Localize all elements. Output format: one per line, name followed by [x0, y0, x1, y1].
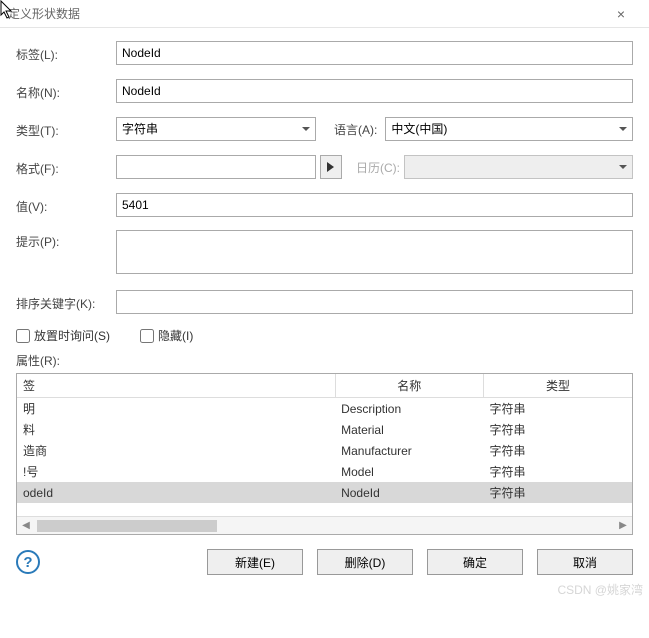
scroll-right-icon[interactable]: ▶ [614, 520, 632, 531]
table-row[interactable]: 料Material字符串 [17, 419, 632, 440]
table-header-name[interactable]: 名称 [335, 374, 483, 398]
close-icon[interactable]: × [601, 6, 641, 22]
table-cell: 字符串 [484, 440, 632, 461]
button-row: ? 新建(E) 删除(D) 确定 取消 [0, 535, 649, 589]
delete-button[interactable]: 删除(D) [317, 549, 413, 575]
hidden-label: 隐藏(I) [158, 327, 193, 344]
hidden-input[interactable] [140, 329, 154, 343]
table-cell: 字符串 [484, 482, 632, 503]
attributes-label: 属性(R): [16, 352, 633, 369]
table-row[interactable]: 造商Manufacturer字符串 [17, 440, 632, 461]
table-header-label[interactable]: 签 [17, 374, 335, 398]
name-input[interactable] [116, 79, 633, 103]
type-select[interactable]: 字符串 [116, 117, 316, 141]
table-cell: Manufacturer [335, 440, 483, 461]
language-label: 语言(A): [324, 121, 377, 138]
label-input[interactable] [116, 41, 633, 65]
ask-on-drop-label: 放置时询问(S) [34, 327, 110, 344]
table-row[interactable]: odeIdNodeId字符串 [17, 482, 632, 503]
table-cell: odeId [17, 482, 335, 503]
ask-on-drop-input[interactable] [16, 329, 30, 343]
label-label: 标签(L): [16, 43, 116, 63]
horizontal-scrollbar[interactable]: ◀ ▶ [17, 516, 632, 534]
table-cell: 字符串 [484, 461, 632, 482]
name-label: 名称(N): [16, 81, 116, 101]
attributes-table: 签 名称 类型 明Description字符串料Material字符串造商Man… [16, 373, 633, 535]
table-cell: !号 [17, 461, 335, 482]
window-title: 定义形状数据 [8, 5, 80, 22]
titlebar: 定义形状数据 × [0, 0, 649, 28]
sortkey-label: 排序关键字(K): [16, 292, 116, 312]
table-cell: NodeId [335, 482, 483, 503]
table-cell: 造商 [17, 440, 335, 461]
value-input[interactable] [116, 193, 633, 217]
ask-on-drop-checkbox[interactable]: 放置时询问(S) [16, 327, 110, 344]
scroll-thumb[interactable] [37, 520, 217, 532]
table-cell: 字符串 [484, 398, 632, 420]
language-select[interactable]: 中文(中国) [385, 117, 633, 141]
table-cell: 明 [17, 398, 335, 420]
table-row[interactable]: 明Description字符串 [17, 398, 632, 420]
help-icon[interactable]: ? [16, 550, 40, 574]
format-input[interactable] [116, 155, 316, 179]
dialog-content: 标签(L): 名称(N): 类型(T): 字符串 语言(A): 中文(中国) 格… [0, 28, 649, 535]
table-header-type[interactable]: 类型 [484, 374, 632, 398]
calendar-label: 日历(C): [346, 159, 400, 176]
format-picker-button[interactable] [320, 155, 342, 179]
table-row[interactable]: !号Model字符串 [17, 461, 632, 482]
new-button[interactable]: 新建(E) [207, 549, 303, 575]
ok-button[interactable]: 确定 [427, 549, 523, 575]
prompt-input[interactable] [116, 230, 633, 274]
scroll-left-icon[interactable]: ◀ [17, 520, 35, 531]
table-cell: Description [335, 398, 483, 420]
hidden-checkbox[interactable]: 隐藏(I) [140, 327, 193, 344]
sortkey-input[interactable] [116, 290, 633, 314]
table-cell: 字符串 [484, 419, 632, 440]
cancel-button[interactable]: 取消 [537, 549, 633, 575]
table-cell: 料 [17, 419, 335, 440]
cursor-pointer-icon [0, 0, 16, 20]
calendar-select [404, 155, 633, 179]
table-cell: Material [335, 419, 483, 440]
format-label: 格式(F): [16, 157, 116, 177]
table-cell: Model [335, 461, 483, 482]
prompt-label: 提示(P): [16, 230, 116, 250]
value-label: 值(V): [16, 195, 116, 215]
type-label: 类型(T): [16, 119, 116, 139]
